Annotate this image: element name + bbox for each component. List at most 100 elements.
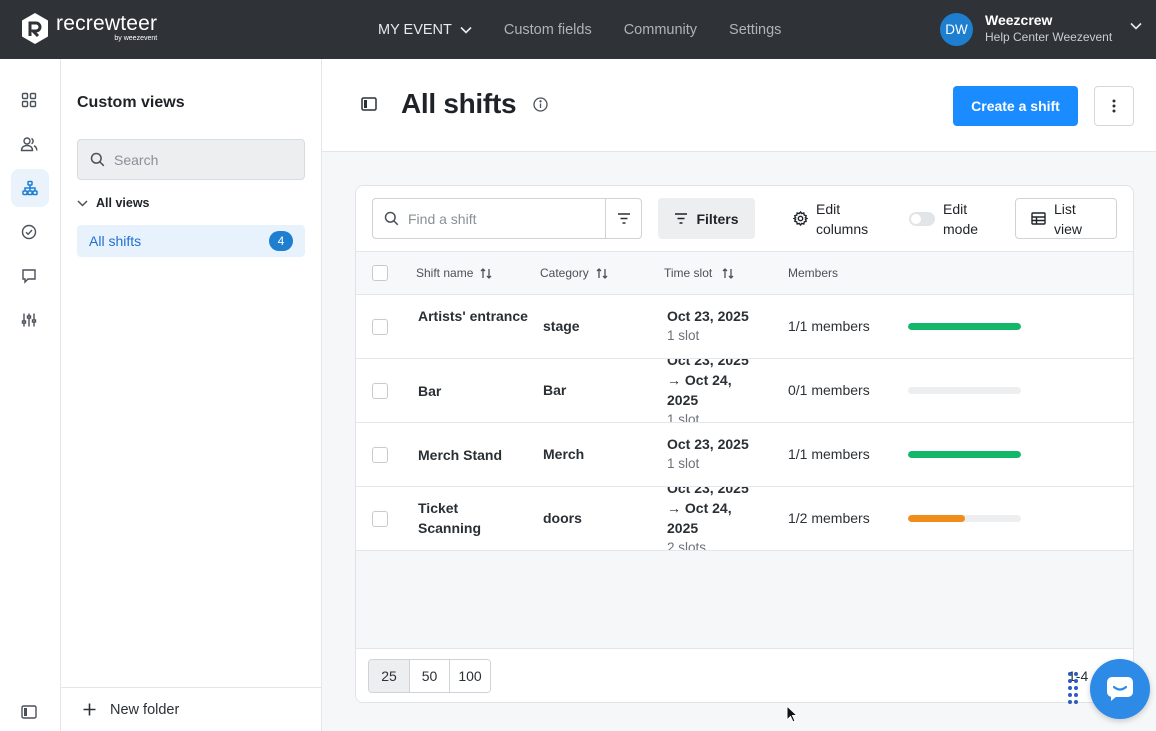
edit-mode-toggle[interactable]: Edit mode xyxy=(909,198,978,239)
chat-bubble-icon xyxy=(1107,677,1133,701)
sort-icon xyxy=(722,267,734,279)
row-checkbox[interactable] xyxy=(372,319,388,335)
dashboard-icon xyxy=(21,92,37,108)
recrewteer-logo-icon xyxy=(22,13,48,44)
shift-time-slot: Oct 23, 2025 → Oct 24, 2025 1 slot xyxy=(667,359,762,423)
shift-time-slot: Oct 23, 2025 1 slot xyxy=(667,434,749,474)
slot-date: Oct 23, 2025 → Oct 24, 2025 xyxy=(667,359,749,408)
col-time-slot-label: Time slot xyxy=(664,266,713,280)
top-nav: MY EVENT Custom fields Community Setting… xyxy=(378,0,813,59)
slot-count: 1 slot xyxy=(667,328,700,343)
filter-icon xyxy=(675,213,688,224)
col-category[interactable]: Category xyxy=(540,266,608,280)
select-all-checkbox[interactable] xyxy=(372,265,388,281)
col-time-slot[interactable]: Time slot xyxy=(664,266,734,280)
list-view-label-2: view xyxy=(1054,220,1083,237)
members-count: 0/1 members xyxy=(788,382,870,398)
shift-name[interactable]: Merch Stand xyxy=(418,445,548,465)
members-progress xyxy=(908,515,1021,522)
user-org: Help Center Weezevent xyxy=(985,30,1113,44)
rail-collapse[interactable] xyxy=(17,700,41,724)
table-header: Shift name Category Time slot Members xyxy=(356,251,1133,295)
search-sort-button[interactable] xyxy=(605,199,641,238)
user-menu[interactable]: DW Weezcrew Help Center Weezevent xyxy=(940,12,1142,46)
user-name: Weezcrew xyxy=(985,12,1053,28)
shift-category: stage xyxy=(543,318,580,334)
members-progress-fill xyxy=(908,451,1021,458)
chat-widget-button[interactable] xyxy=(1090,659,1150,719)
members-progress xyxy=(908,323,1021,330)
slot-count: 1 slot xyxy=(667,412,700,423)
sidebar-toggle-icon[interactable] xyxy=(361,97,377,111)
table-empty-space xyxy=(356,551,1133,648)
search-icon xyxy=(384,211,399,226)
more-options-button[interactable] xyxy=(1094,86,1134,126)
all-views-group[interactable]: All views xyxy=(77,196,150,210)
sort-lines-icon xyxy=(617,213,630,224)
mouse-cursor-icon xyxy=(786,705,798,723)
sort-icon xyxy=(480,267,492,279)
rail-dashboard[interactable] xyxy=(17,88,41,112)
col-shift-name[interactable]: Shift name xyxy=(416,266,492,280)
view-item-all-shifts[interactable]: All shifts 4 xyxy=(77,225,305,257)
rail-tasks[interactable] xyxy=(17,220,41,244)
slot-count: 1 slot xyxy=(667,456,700,471)
chat-icon xyxy=(22,269,36,284)
members-count: 1/1 members xyxy=(788,446,870,462)
create-shift-button[interactable]: Create a shift xyxy=(953,86,1078,126)
rail-messages[interactable] xyxy=(17,264,41,288)
edit-mode-label-1: Edit xyxy=(943,200,968,217)
pagination-bar: 25 50 100 1-4 xyxy=(356,648,1133,702)
page-size-25[interactable]: 25 xyxy=(369,660,410,692)
sidebar-toggle-icon xyxy=(21,705,37,719)
list-view-button[interactable]: List view xyxy=(1015,198,1117,239)
shift-category: doors xyxy=(543,510,582,526)
shift-name[interactable]: Bar xyxy=(418,381,528,401)
nav-my-event[interactable]: MY EVENT xyxy=(378,22,472,38)
views-search-input[interactable]: Search xyxy=(77,139,305,180)
members-count: 1/1 members xyxy=(788,318,870,334)
col-shift-name-label: Shift name xyxy=(416,266,474,280)
rail-people[interactable] xyxy=(17,132,41,156)
shift-name[interactable]: Ticket Scanning xyxy=(418,498,508,538)
filters-button[interactable]: Filters xyxy=(658,198,755,239)
new-folder-button[interactable]: New folder xyxy=(61,687,322,731)
row-checkbox[interactable] xyxy=(372,383,388,399)
chevron-down-icon xyxy=(1130,22,1142,30)
page-size-selector: 25 50 100 xyxy=(368,659,491,693)
info-icon[interactable] xyxy=(533,97,548,112)
members-progress-fill xyxy=(908,323,1021,330)
slot-count: 2 slots xyxy=(667,540,707,551)
nav-settings[interactable]: Settings xyxy=(729,22,781,38)
brand-logo[interactable]: recrewteer by weezevent xyxy=(20,12,157,45)
avatar: DW xyxy=(940,12,973,46)
drag-handle-icon[interactable] xyxy=(1067,671,1079,705)
page-size-50[interactable]: 50 xyxy=(410,660,450,692)
sort-icon xyxy=(596,267,608,279)
toggle-switch[interactable] xyxy=(909,211,935,226)
rail-settings[interactable] xyxy=(17,308,41,332)
page-size-100[interactable]: 100 xyxy=(450,660,490,692)
nav-community[interactable]: Community xyxy=(624,22,697,38)
col-members: Members xyxy=(788,266,838,280)
members-progress xyxy=(908,451,1021,458)
nav-custom-fields[interactable]: Custom fields xyxy=(504,22,592,38)
table-icon xyxy=(1031,212,1046,225)
rail-shifts[interactable] xyxy=(11,169,49,207)
table-row[interactable]: Bar Bar Oct 23, 2025 → Oct 24, 2025 1 sl… xyxy=(356,359,1133,423)
row-checkbox[interactable] xyxy=(372,447,388,463)
row-checkbox[interactable] xyxy=(372,511,388,527)
edit-columns-button[interactable]: Edit columns xyxy=(793,198,868,239)
org-chart-icon xyxy=(22,180,38,196)
table-row[interactable]: Artists' entrance stage Oct 23, 2025 1 s… xyxy=(356,295,1133,359)
views-search-placeholder: Search xyxy=(114,151,159,168)
slot-date: Oct 23, 2025 xyxy=(667,436,749,452)
shift-name[interactable]: Artists' entrance xyxy=(418,306,528,326)
find-shift-input[interactable]: Find a shift xyxy=(372,198,642,239)
list-view-label-1: List xyxy=(1054,200,1076,217)
edit-columns-label-2: columns xyxy=(816,220,869,237)
table-row[interactable]: Ticket Scanning doors Oct 23, 2025 → Oct… xyxy=(356,487,1133,551)
col-category-label: Category xyxy=(540,266,589,280)
new-folder-label: New folder xyxy=(110,701,180,718)
table-row[interactable]: Merch Stand Merch Oct 23, 2025 1 slot 1/… xyxy=(356,423,1133,487)
